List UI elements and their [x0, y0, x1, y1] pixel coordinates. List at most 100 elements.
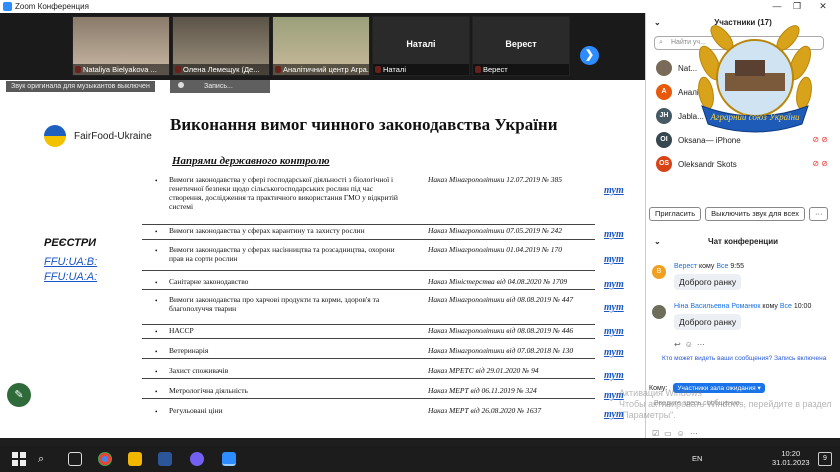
- window-titlebar: Zoom Конференция — ❐ ✕: [0, 0, 840, 13]
- next-page-button[interactable]: ❯: [580, 46, 599, 65]
- viber-icon[interactable]: [190, 452, 204, 466]
- participant-actions: Пригласить Выключить звук для всех ···: [649, 207, 829, 221]
- table-row: • Метрологічна діяльність Наказ МЕРТ від 0…: [142, 386, 595, 399]
- tut-link[interactable]: тут: [604, 254, 624, 265]
- search-icon: ⌕: [659, 39, 663, 46]
- search-icon[interactable]: ⌕: [38, 452, 52, 466]
- recipient[interactable]: Все: [716, 263, 728, 270]
- participant-name: Oleksandr Skots: [678, 159, 737, 169]
- message-text: Доброго ранку: [674, 274, 742, 290]
- badge-text: Аграрний союз України: [709, 112, 800, 122]
- close-button[interactable]: ✕: [812, 0, 834, 13]
- logo-text: FairFood-Ukraine: [74, 130, 152, 142]
- chrome-icon[interactable]: [98, 452, 112, 466]
- message-time: 9:55: [730, 263, 745, 270]
- tut-link[interactable]: тут: [604, 347, 624, 358]
- table-row: • Ветеринарія Наказ Мінагрополітики від 07…: [142, 346, 595, 359]
- registry-link[interactable]: FFU:UA:A:: [44, 271, 97, 283]
- chat-message: Ніна Васильевна Романюк кому Все 10:00 Д…: [652, 303, 837, 333]
- row-doc: Наказ Міністерства від 04.08.2020 № 1709: [428, 277, 568, 286]
- windows-start-icon[interactable]: [12, 452, 26, 466]
- recipient[interactable]: Все: [780, 303, 792, 310]
- clock[interactable]: 10:20 31.01.2023: [772, 449, 810, 467]
- file-explorer-icon[interactable]: [128, 452, 142, 466]
- registries-label: РЕЄСТРИ: [44, 237, 97, 249]
- annotate-pencil-button[interactable]: ✎: [7, 383, 31, 407]
- row-text: Метрологічна діяльність: [169, 386, 248, 395]
- row-text: Вимоги законодавства у сферах насінництв…: [169, 245, 395, 263]
- video-name: Аналітичний центр Агра...: [273, 64, 369, 75]
- message-time: 10:00: [793, 303, 812, 310]
- language-indicator[interactable]: EN: [692, 454, 702, 463]
- table-row: • Вимоги законодавства у сфері господарсь…: [142, 175, 595, 225]
- row-doc: Наказ Мінагрополітики від 07.08.2018 № 1…: [428, 346, 574, 355]
- tut-link[interactable]: тут: [604, 370, 624, 381]
- row-text: Захист споживачів: [169, 366, 229, 375]
- tut-link[interactable]: тут: [604, 302, 624, 313]
- avatar: JH: [656, 108, 672, 124]
- invite-button[interactable]: Пригласить: [649, 207, 702, 221]
- row-text: Вимоги законодавства у сферах карантину …: [169, 226, 365, 235]
- video-name: Верест: [473, 64, 569, 75]
- video-tile[interactable]: Наталі Наталі: [372, 16, 470, 76]
- message-text: Доброго ранку: [674, 314, 742, 330]
- chevron-down-icon[interactable]: ⌄: [654, 13, 661, 33]
- maximize-button[interactable]: ❐: [786, 0, 808, 13]
- zoom-logo-icon: [3, 2, 12, 11]
- video-tile[interactable]: Аналітичний центр Агра...: [272, 16, 370, 76]
- row-doc: Наказ Мінагрополітики 01.04.2019 № 170: [428, 245, 563, 254]
- table-row: • Вимоги законодавства про харчові продук…: [142, 295, 595, 325]
- table-row: • Регульовані ціни Наказ МЕРТ від 26.08.20…: [155, 406, 542, 416]
- video-tile[interactable]: Олена Лемещук (Де...: [172, 16, 270, 76]
- minimize-button[interactable]: —: [766, 0, 788, 13]
- slide-subtitle: Напрями державного контролю: [172, 155, 330, 167]
- row-doc: Наказ МЕРТ від 06.11.2019 № 324: [428, 386, 537, 395]
- tut-link[interactable]: тут: [604, 229, 624, 240]
- task-view-icon[interactable]: [68, 452, 82, 466]
- record-icon: [178, 82, 184, 88]
- recording-label: Запись...: [204, 83, 233, 90]
- avatar: B: [652, 265, 666, 279]
- mute-all-button[interactable]: Выключить звук для всех: [705, 207, 805, 221]
- avatar: OS: [656, 156, 672, 172]
- table-row: • Санітарне законодавство Наказ Міністерст…: [142, 277, 595, 290]
- tut-link[interactable]: тут: [604, 326, 624, 337]
- chat-title: Чат конференции: [707, 237, 779, 246]
- agrarian-union-badge: Аграрний союз України: [698, 25, 812, 133]
- registry-link[interactable]: FFU:UA:B:: [44, 256, 97, 268]
- watermark-text: Активация Windows Чтобы активировать Win…: [619, 388, 832, 420]
- recording-indicator[interactable]: Запись...: [170, 80, 270, 93]
- windows-activation-watermark: Активация Windows Чтобы активировать Win…: [619, 388, 840, 421]
- chevron-down-icon[interactable]: ⌄: [654, 237, 661, 246]
- message-reactions[interactable]: ↩☺⋯: [674, 340, 709, 349]
- tut-link[interactable]: тут: [604, 279, 624, 290]
- tut-link[interactable]: тут: [604, 185, 624, 196]
- word-icon[interactable]: [158, 452, 172, 466]
- row-doc: Наказ Мінагрополітики від 08.08.2019 № 4…: [428, 326, 574, 335]
- who-can-see-notice[interactable]: Кто может видеть ваши сообщения? Запись …: [662, 355, 832, 363]
- row-doc: Наказ Мінагрополітики від 08.08.2019 № 4…: [428, 295, 574, 304]
- muted-mic-video-icon: ⊘ ⊘: [812, 159, 828, 168]
- avatar: [652, 305, 666, 319]
- participant-row[interactable]: OS Oleksandr Skots ⊘ ⊘: [646, 152, 840, 176]
- row-text: Вимоги законодавства про харчові продукт…: [169, 295, 380, 313]
- shared-slide: FairFood-Ukraine Виконання вимог чинного…: [0, 93, 645, 438]
- avatar: OI: [656, 132, 672, 148]
- row-doc: Наказ МЕРТ від 26.08.2020 № 1637: [428, 406, 542, 415]
- windows-taskbar: ⌕ EN 10:20 31.01.2023 9: [0, 446, 840, 472]
- avatar: [656, 60, 672, 76]
- notification-icon[interactable]: 9: [818, 452, 832, 466]
- row-text: Регульовані ціни: [169, 406, 223, 415]
- window-title: Zoom Конференция: [15, 2, 89, 11]
- video-tile[interactable]: Nataliya Bielyakova ...: [72, 16, 170, 76]
- sender-name: Ніна Васильевна Романюк: [674, 303, 761, 310]
- clock-time: 10:20: [781, 449, 801, 458]
- row-doc: Наказ Мінагрополітики 07.05.2019 № 242: [428, 226, 563, 235]
- zoom-taskbar-icon[interactable]: [222, 452, 236, 466]
- more-button[interactable]: ···: [808, 207, 829, 221]
- to-prefix: кому: [697, 263, 717, 270]
- chat-tools[interactable]: ☑▭☺⋯: [652, 429, 703, 438]
- row-doc: Наказ Мінагрополітики 12.07.2019 № 385: [428, 175, 563, 184]
- video-name: Nataliya Bielyakova ...: [73, 64, 169, 75]
- video-tile[interactable]: Верест Верест: [472, 16, 570, 76]
